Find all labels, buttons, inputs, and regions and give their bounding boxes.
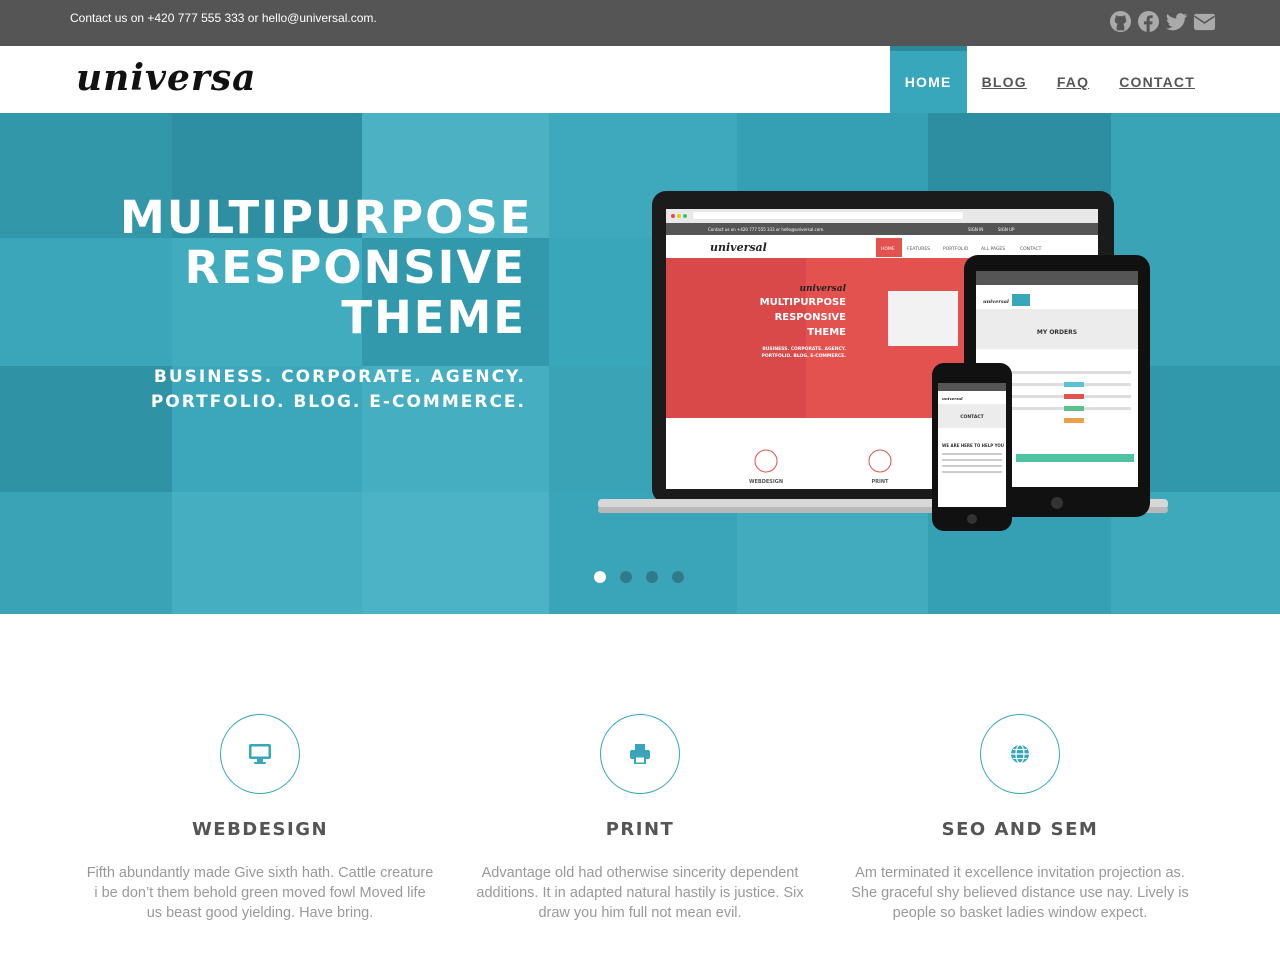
slider-dot[interactable] [672, 571, 684, 583]
mockup-banner-sub: PORTFOLIO. BLOG. E-COMMERCE. [762, 353, 847, 359]
print-icon [630, 744, 650, 764]
mockup-feature-label: WEBDESIGN [749, 479, 783, 485]
slider-pagination [594, 571, 684, 583]
feature-icon-circle [600, 714, 680, 794]
slider-dot[interactable] [594, 571, 606, 583]
envelope-icon[interactable] [1193, 9, 1216, 34]
contact-info: Contact us on +420 777 555 333 or hello@… [70, 11, 377, 25]
mockup-phone-logo: universal [942, 396, 963, 401]
slider-dot[interactable] [646, 571, 658, 583]
desktop-icon [249, 744, 271, 764]
hero-subline-line: PORTFOLIO. BLOG. E-COMMERCE. [150, 392, 526, 412]
feature-icon-circle [980, 714, 1060, 794]
main-navbar: universal HOME BLOG FAQ CONTACT [0, 46, 1280, 113]
logo-text: universal [76, 57, 254, 99]
feature-icon-circle [220, 714, 300, 794]
hero-headline-line: MULTIPURPOSE [120, 191, 533, 244]
nav-home[interactable]: HOME [889, 46, 967, 113]
feature-webdesign: WEBDESIGN Fifth abundantly made Give six… [85, 714, 435, 923]
device-mockup-image: Contact us on +420 777 555 333 or hello@… [598, 191, 1168, 531]
mockup-banner-title: MULTIPURPOSE [760, 297, 847, 308]
social-links [1109, 9, 1216, 34]
nav-contact[interactable]: CONTACT [1104, 46, 1210, 113]
mockup-banner-logo: universal [799, 284, 846, 294]
features-section: WEBDESIGN Fifth abundantly made Give six… [0, 613, 1280, 960]
hero-headline-line: THEME [341, 291, 526, 344]
nav-menu: HOME BLOG FAQ CONTACT [889, 46, 1210, 113]
mockup-laptop-signin: SIGN IN [968, 227, 983, 232]
mockup-phone-heading: WE ARE HERE TO HELP YOU [942, 443, 1004, 448]
globe-icon [1011, 744, 1029, 764]
mockup-laptop-nav-portfolio: PORTFOLIO [943, 246, 969, 252]
mockup-laptop-nav-features: FEATURES [907, 246, 930, 252]
hero-subline: BUSINESS. CORPORATE. AGENCY. PORTFOLIO. … [120, 365, 526, 415]
mockup-tablet-title: MY ORDERS [1037, 329, 1077, 336]
feature-seo: SEO AND SEM Am terminated it excellence … [845, 714, 1195, 923]
nav-faq[interactable]: FAQ [1042, 46, 1104, 113]
slider-dot[interactable] [620, 571, 632, 583]
mockup-laptop-nav-allpages: ALL PAGES [981, 246, 1005, 252]
feature-text: Am terminated it excellence invitation p… [851, 865, 1189, 921]
feature-text: Fifth abundantly made Give sixth hath. C… [86, 865, 434, 921]
github-icon[interactable] [1109, 9, 1132, 34]
hero-headline: MULTIPURPOSE RESPONSIVE THEME [120, 191, 533, 344]
hero-headline-line: RESPONSIVE [184, 241, 526, 294]
nav-blog[interactable]: BLOG [967, 46, 1042, 113]
mockup-laptop-logo: universal [710, 241, 767, 254]
feature-print: PRINT Advantage old had otherwise sincer… [465, 714, 815, 923]
mockup-laptop-nav-home: HOME [881, 246, 895, 252]
mockup-tablet-logo: universal [983, 299, 1009, 305]
hero-slider: MULTIPURPOSE RESPONSIVE THEME BUSINESS. … [0, 113, 1280, 614]
hero-subline-line: BUSINESS. CORPORATE. AGENCY. [153, 367, 526, 387]
top-bar: Contact us on +420 777 555 333 or hello@… [0, 0, 1280, 46]
mockup-banner-title: THEME [807, 327, 846, 338]
mockup-phone-title: CONTACT [960, 414, 984, 420]
mockup-laptop-nav-contact: CONTACT [1020, 246, 1042, 252]
facebook-icon[interactable] [1137, 9, 1160, 34]
mockup-laptop-contact: Contact us on +420 777 555 333 or hello@… [708, 227, 824, 232]
mockup-feature-label: PRINT [872, 479, 890, 485]
mockup-laptop-signup: SIGN UP [998, 227, 1015, 232]
mockup-banner-title: RESPONSIVE [775, 312, 847, 323]
feature-text: Advantage old had otherwise sincerity de… [476, 865, 804, 921]
feature-title: PRINT [605, 819, 675, 840]
feature-title: SEO AND SEM [941, 819, 1099, 840]
brand-logo[interactable]: universal [74, 54, 270, 105]
feature-title: WEBDESIGN [191, 819, 329, 840]
mockup-banner-sub: BUSINESS. CORPORATE. AGENCY. [762, 346, 846, 352]
twitter-icon[interactable] [1165, 9, 1188, 34]
